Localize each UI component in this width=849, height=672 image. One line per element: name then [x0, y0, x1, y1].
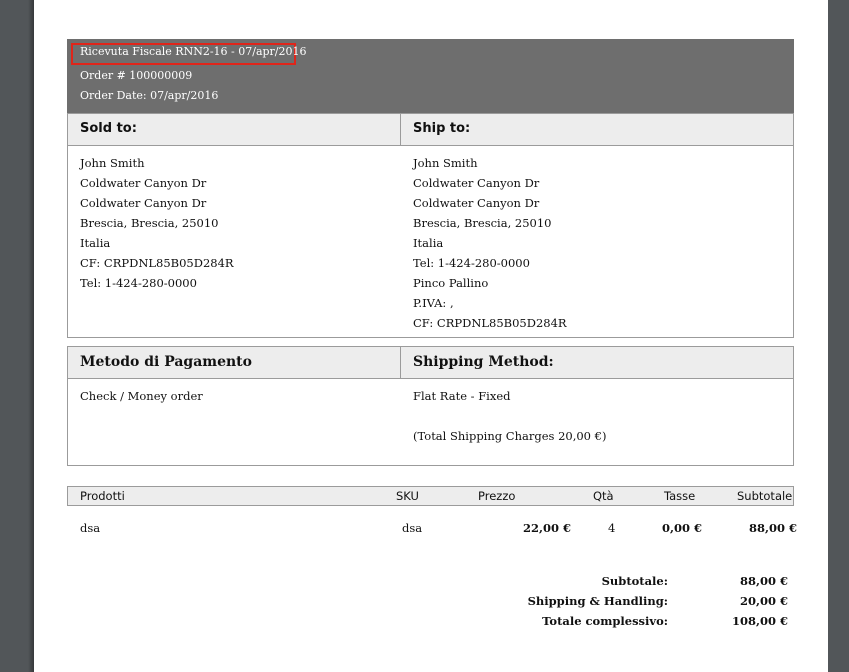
item-product: dsa	[80, 521, 101, 535]
ship-to-title: Ship to:	[413, 121, 471, 136]
subtotal-label: Subtotale:	[601, 574, 668, 588]
grand-total-label: Totale complessivo:	[542, 614, 668, 628]
col-sku: SKU	[396, 489, 419, 503]
shipping-handling-value: 20,00 €	[739, 594, 788, 608]
ship-to-address: John Smith Coldwater Canyon Dr Coldwater…	[413, 156, 567, 336]
payment-method-col: Check / Money order	[80, 389, 203, 409]
ship-to-line: Pinco Pallino	[413, 276, 489, 290]
sold-to-line: Tel: 1-424-280-0000	[80, 276, 197, 290]
item-price: 22,00 €	[523, 521, 572, 535]
sold-to-line: Brescia, Brescia, 25010	[80, 216, 219, 230]
col-product: Prodotti	[80, 489, 125, 503]
col-qty: Qtà	[593, 489, 614, 503]
payment-box-header: Metodo di Pagamento Shipping Method:	[68, 347, 793, 379]
ship-to-line: Coldwater Canyon Dr	[413, 176, 540, 190]
payment-shipping-box: Metodo di Pagamento Shipping Method: Che…	[67, 346, 794, 466]
address-box-header: Sold to: Ship to:	[68, 114, 793, 146]
ship-to-line: P.IVA: ,	[413, 296, 454, 310]
invoice-header-banner: Ricevuta Fiscale RNN2-16 - 07/apr/2016 O…	[67, 39, 794, 113]
item-sku: dsa	[402, 521, 423, 535]
col-subtotal: Subtotale	[737, 489, 793, 503]
pdf-page: Ricevuta Fiscale RNN2-16 - 07/apr/2016 O…	[28, 0, 828, 672]
ship-to-line: John Smith	[413, 156, 478, 170]
order-number: Order # 100000009	[80, 69, 193, 82]
ship-to-line: Brescia, Brescia, 25010	[413, 216, 552, 230]
grand-total-value: 108,00 €	[731, 614, 788, 628]
items-table-header: Prodotti SKU Prezzo Qtà Tasse Subtotale	[67, 486, 794, 506]
order-date: Order Date: 07/apr/2016	[80, 89, 219, 102]
ship-to-line: Coldwater Canyon Dr	[413, 196, 540, 210]
sold-to-line: Italia	[80, 236, 111, 250]
ship-to-line: CF: CRPDNL85B05D284R	[413, 316, 567, 330]
sold-to-line: John Smith	[80, 156, 145, 170]
item-qty: 4	[608, 521, 616, 535]
payment-method: Check / Money order	[80, 389, 203, 403]
shipping-method-col: Flat Rate - Fixed (Total Shipping Charge…	[413, 389, 606, 449]
receipt-number: Ricevuta Fiscale RNN2-16 - 07/apr/2016	[80, 45, 307, 58]
payment-method-title: Metodo di Pagamento	[80, 354, 252, 370]
ship-to-line: Tel: 1-424-280-0000	[413, 256, 530, 270]
header-divider	[400, 347, 401, 379]
shipping-method-title: Shipping Method:	[413, 354, 554, 370]
sold-to-line: CF: CRPDNL85B05D284R	[80, 256, 234, 270]
item-tax: 0,00 €	[662, 521, 703, 535]
sold-to-line: Coldwater Canyon Dr	[80, 176, 207, 190]
sold-to-line: Coldwater Canyon Dr	[80, 196, 207, 210]
subtotal-value: 88,00 €	[739, 574, 788, 588]
address-box: Sold to: Ship to: John Smith Coldwater C…	[67, 113, 794, 338]
shipping-method: Flat Rate - Fixed	[413, 389, 511, 403]
shipping-charges: (Total Shipping Charges 20,00 €)	[413, 429, 607, 443]
ship-to-line: Italia	[413, 236, 444, 250]
col-price: Prezzo	[478, 489, 516, 503]
sold-to-address: John Smith Coldwater Canyon Dr Coldwater…	[80, 156, 234, 296]
col-tax: Tasse	[664, 489, 696, 503]
header-divider	[400, 114, 401, 146]
shipping-handling-label: Shipping & Handling:	[527, 594, 668, 608]
item-subtotal: 88,00 €	[749, 521, 798, 535]
sold-to-title: Sold to:	[80, 121, 137, 136]
